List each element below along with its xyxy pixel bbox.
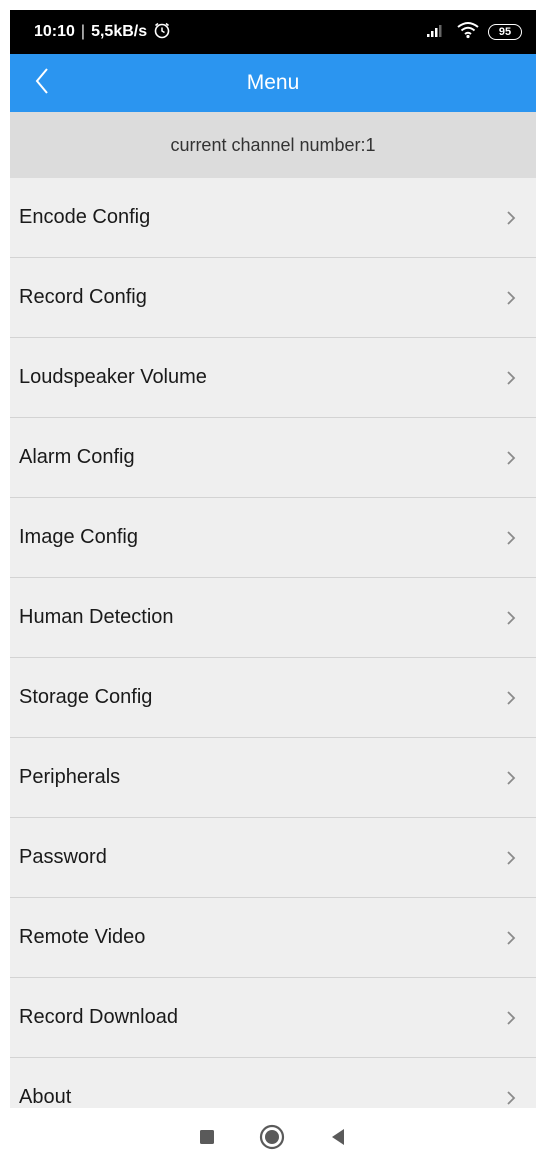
menu-item-label: Alarm Config — [19, 446, 135, 468]
status-bar: 10:10 | 5,5kB/s 95 — [10, 10, 536, 54]
back-triangle-icon — [330, 1128, 346, 1151]
menu-item-encode-config[interactable]: Encode Config — [10, 178, 536, 258]
app-header: Menu — [10, 54, 536, 112]
home-button[interactable] — [255, 1122, 289, 1156]
menu-item-record-config[interactable]: Record Config — [10, 258, 536, 338]
chevron-right-icon — [506, 1010, 516, 1026]
chevron-right-icon — [506, 370, 516, 386]
status-left: 10:10 | 5,5kB/s — [34, 21, 171, 44]
menu-item-label: Record Download — [19, 1006, 178, 1028]
chevron-right-icon — [506, 210, 516, 226]
menu-item-record-download[interactable]: Record Download — [10, 978, 536, 1058]
menu-item-alarm-config[interactable]: Alarm Config — [10, 418, 536, 498]
chevron-right-icon — [506, 1090, 516, 1106]
menu-item-label: About — [19, 1086, 72, 1108]
recents-button[interactable] — [190, 1122, 224, 1156]
menu-item-label: Storage Config — [19, 686, 153, 708]
back-button[interactable] — [22, 63, 62, 103]
menu-item-loudspeaker-volume[interactable]: Loudspeaker Volume — [10, 338, 536, 418]
chevron-right-icon — [506, 450, 516, 466]
network-speed: 5,5kB/s — [91, 23, 148, 40]
back-chevron-icon — [34, 67, 50, 100]
menu-item-password[interactable]: Password — [10, 818, 536, 898]
battery-icon: 95 — [488, 24, 522, 40]
status-time: 10:10 — [34, 23, 75, 40]
menu-item-peripherals[interactable]: Peripherals — [10, 738, 536, 818]
menu-item-human-detection[interactable]: Human Detection — [10, 578, 536, 658]
menu-item-storage-config[interactable]: Storage Config — [10, 658, 536, 738]
chevron-right-icon — [506, 610, 516, 626]
menu-item-label: Password — [19, 846, 107, 868]
menu-item-image-config[interactable]: Image Config — [10, 498, 536, 578]
menu-item-remote-video[interactable]: Remote Video — [10, 898, 536, 978]
status-right: 95 — [426, 21, 522, 44]
current-channel-label: current channel number:1 — [170, 134, 376, 155]
channel-info-bar: current channel number:1 — [10, 112, 536, 178]
system-back-button[interactable] — [321, 1122, 355, 1156]
menu-list: Encode Config Record Config Loudspeaker … — [10, 178, 536, 1138]
chevron-right-icon — [506, 690, 516, 706]
chevron-right-icon — [506, 290, 516, 306]
menu-item-label: Peripherals — [19, 766, 121, 788]
menu-item-label: Image Config — [19, 526, 138, 548]
chevron-right-icon — [506, 930, 516, 946]
chevron-right-icon — [506, 770, 516, 786]
signal-icon — [426, 22, 448, 43]
menu-item-label: Human Detection — [19, 606, 174, 628]
menu-item-label: Encode Config — [19, 206, 151, 228]
phone-screen: 10:10 | 5,5kB/s 95 Menu current channel … — [10, 10, 536, 1169]
status-separator: | — [80, 23, 86, 40]
home-circle-icon — [259, 1124, 285, 1155]
chevron-right-icon — [506, 850, 516, 866]
alarm-icon — [153, 21, 171, 44]
menu-item-label: Loudspeaker Volume — [19, 366, 207, 388]
wifi-icon — [456, 21, 480, 44]
menu-item-label: Remote Video — [19, 926, 146, 948]
menu-item-label: Record Config — [19, 286, 147, 308]
recents-square-icon — [199, 1129, 215, 1150]
chevron-right-icon — [506, 530, 516, 546]
system-nav-bar — [10, 1108, 536, 1169]
page-title: Menu — [246, 71, 300, 94]
